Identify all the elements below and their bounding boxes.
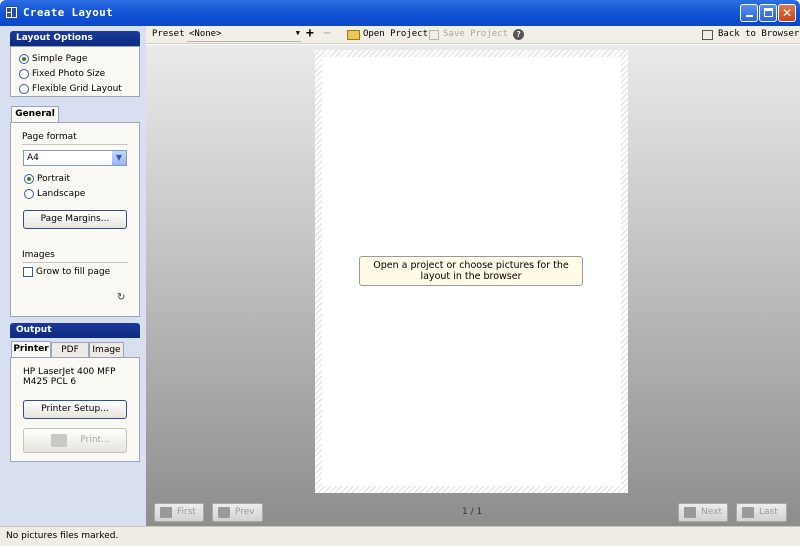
orientation-portrait[interactable]: Portrait [24, 173, 70, 185]
preview-canvas: Open a project or choose pictures for th… [146, 45, 800, 526]
reset-icon[interactable]: ↻ [117, 292, 125, 303]
tab-image[interactable]: Image [89, 342, 124, 358]
add-preset-icon[interactable]: + [306, 26, 314, 41]
orientation-label: Portrait [37, 174, 71, 184]
images-label: Images [22, 250, 55, 260]
left-panel: Layout Options Simple Page Fixed Photo S… [0, 26, 146, 526]
maximize-button[interactable] [759, 4, 777, 22]
minimize-icon [745, 15, 753, 17]
page-margins-button[interactable]: Page Margins... [23, 210, 127, 229]
tab-printer[interactable]: Printer [11, 341, 51, 358]
option-flexible-grid[interactable]: Flexible Grid Layout [19, 83, 122, 95]
maximize-icon [763, 8, 773, 17]
folder-open-icon [347, 30, 360, 40]
first-icon [160, 507, 172, 518]
last-icon [742, 507, 754, 518]
print-button-label: Print... [80, 435, 110, 445]
grow-to-fill-label: Grow to fill page [36, 267, 111, 277]
last-label: Last [759, 507, 778, 517]
close-icon: ✕ [781, 6, 793, 20]
tab-pdf[interactable]: PDF [51, 342, 89, 358]
orientation-label: Landscape [37, 189, 86, 199]
layout-options-header: Layout Options [10, 31, 140, 46]
help-icon[interactable]: ? [513, 29, 524, 40]
layout-options-group: Simple Page Fixed Photo Size Flexible Gr… [10, 46, 140, 97]
printer-name-line2: M425 PCL 6 [23, 377, 77, 387]
page-format-value: A4 [27, 153, 39, 163]
printer-setup-button[interactable]: Printer Setup... [23, 400, 127, 419]
close-button[interactable]: ✕ [778, 4, 796, 22]
open-project-label: Open Project [363, 29, 429, 39]
minimize-button[interactable] [740, 4, 758, 22]
divider [22, 262, 128, 263]
empty-hint: Open a project or choose pictures for th… [359, 256, 583, 286]
printer-icon [51, 434, 67, 447]
first-label: First [177, 507, 196, 517]
prev-icon [218, 507, 230, 518]
status-bar: No pictures files marked. [0, 526, 800, 546]
page-format-select[interactable]: A4 ▼ [23, 150, 127, 166]
status-text: No pictures files marked. [6, 531, 119, 541]
page-indicator: 1 / 1 [462, 507, 483, 517]
next-label: Next [701, 507, 722, 517]
option-fixed-photo-size[interactable]: Fixed Photo Size [19, 68, 105, 80]
output-header: Output [10, 323, 140, 338]
output-group: HP LaserJet 400 MFP M425 PCL 6 Printer S… [10, 357, 140, 462]
radio-fixed-photo-size[interactable] [19, 69, 29, 79]
option-label: Simple Page [32, 54, 88, 64]
back-to-browser-label: Back to Browser [718, 29, 800, 39]
orientation-landscape[interactable]: Landscape [24, 188, 85, 200]
option-simple-page[interactable]: Simple Page [19, 53, 87, 65]
next-icon [684, 507, 696, 518]
option-label: Flexible Grid Layout [32, 84, 122, 94]
preset-select[interactable]: <None> ▼ [187, 27, 301, 42]
option-label: Fixed Photo Size [32, 69, 106, 79]
grow-to-fill-checkbox[interactable] [23, 267, 33, 277]
chevron-down-icon[interactable]: ▼ [112, 151, 126, 165]
remove-preset-icon[interactable]: − [323, 26, 331, 41]
toolbar: Preset <None> ▼ + − Open Project Save Pr… [146, 26, 800, 44]
window-title: Create Layout [23, 6, 113, 19]
page-format-label: Page format [22, 132, 77, 142]
prev-label: Prev [235, 507, 255, 517]
preset-label: Preset [152, 29, 185, 39]
general-group: Page format A4 ▼ Portrait Landscape Page… [10, 122, 140, 317]
divider [22, 144, 128, 145]
title-bar: Create Layout ✕ [0, 0, 800, 26]
preset-value: <None> [189, 29, 222, 39]
tab-general[interactable]: General [11, 106, 59, 123]
next-button[interactable]: Next [678, 503, 728, 522]
last-button[interactable]: Last [736, 503, 787, 522]
radio-simple-page[interactable] [19, 54, 29, 64]
first-button[interactable]: First [154, 503, 204, 522]
grow-to-fill-option[interactable]: Grow to fill page [23, 266, 110, 278]
printer-name: HP LaserJet 400 MFP M425 PCL 6 [23, 367, 116, 387]
save-project-label: Save Project [443, 29, 509, 39]
radio-landscape[interactable] [24, 189, 34, 199]
back-to-browser-icon [702, 30, 713, 40]
print-button[interactable]: Print... [23, 428, 127, 453]
radio-flexible-grid[interactable] [19, 84, 29, 94]
radio-portrait[interactable] [24, 174, 34, 184]
prev-button[interactable]: Prev [212, 503, 263, 522]
printer-name-line1: HP LaserJet 400 MFP [23, 367, 116, 377]
chevron-down-icon: ▼ [295, 29, 300, 37]
app-icon [5, 6, 18, 19]
save-icon [429, 30, 439, 40]
